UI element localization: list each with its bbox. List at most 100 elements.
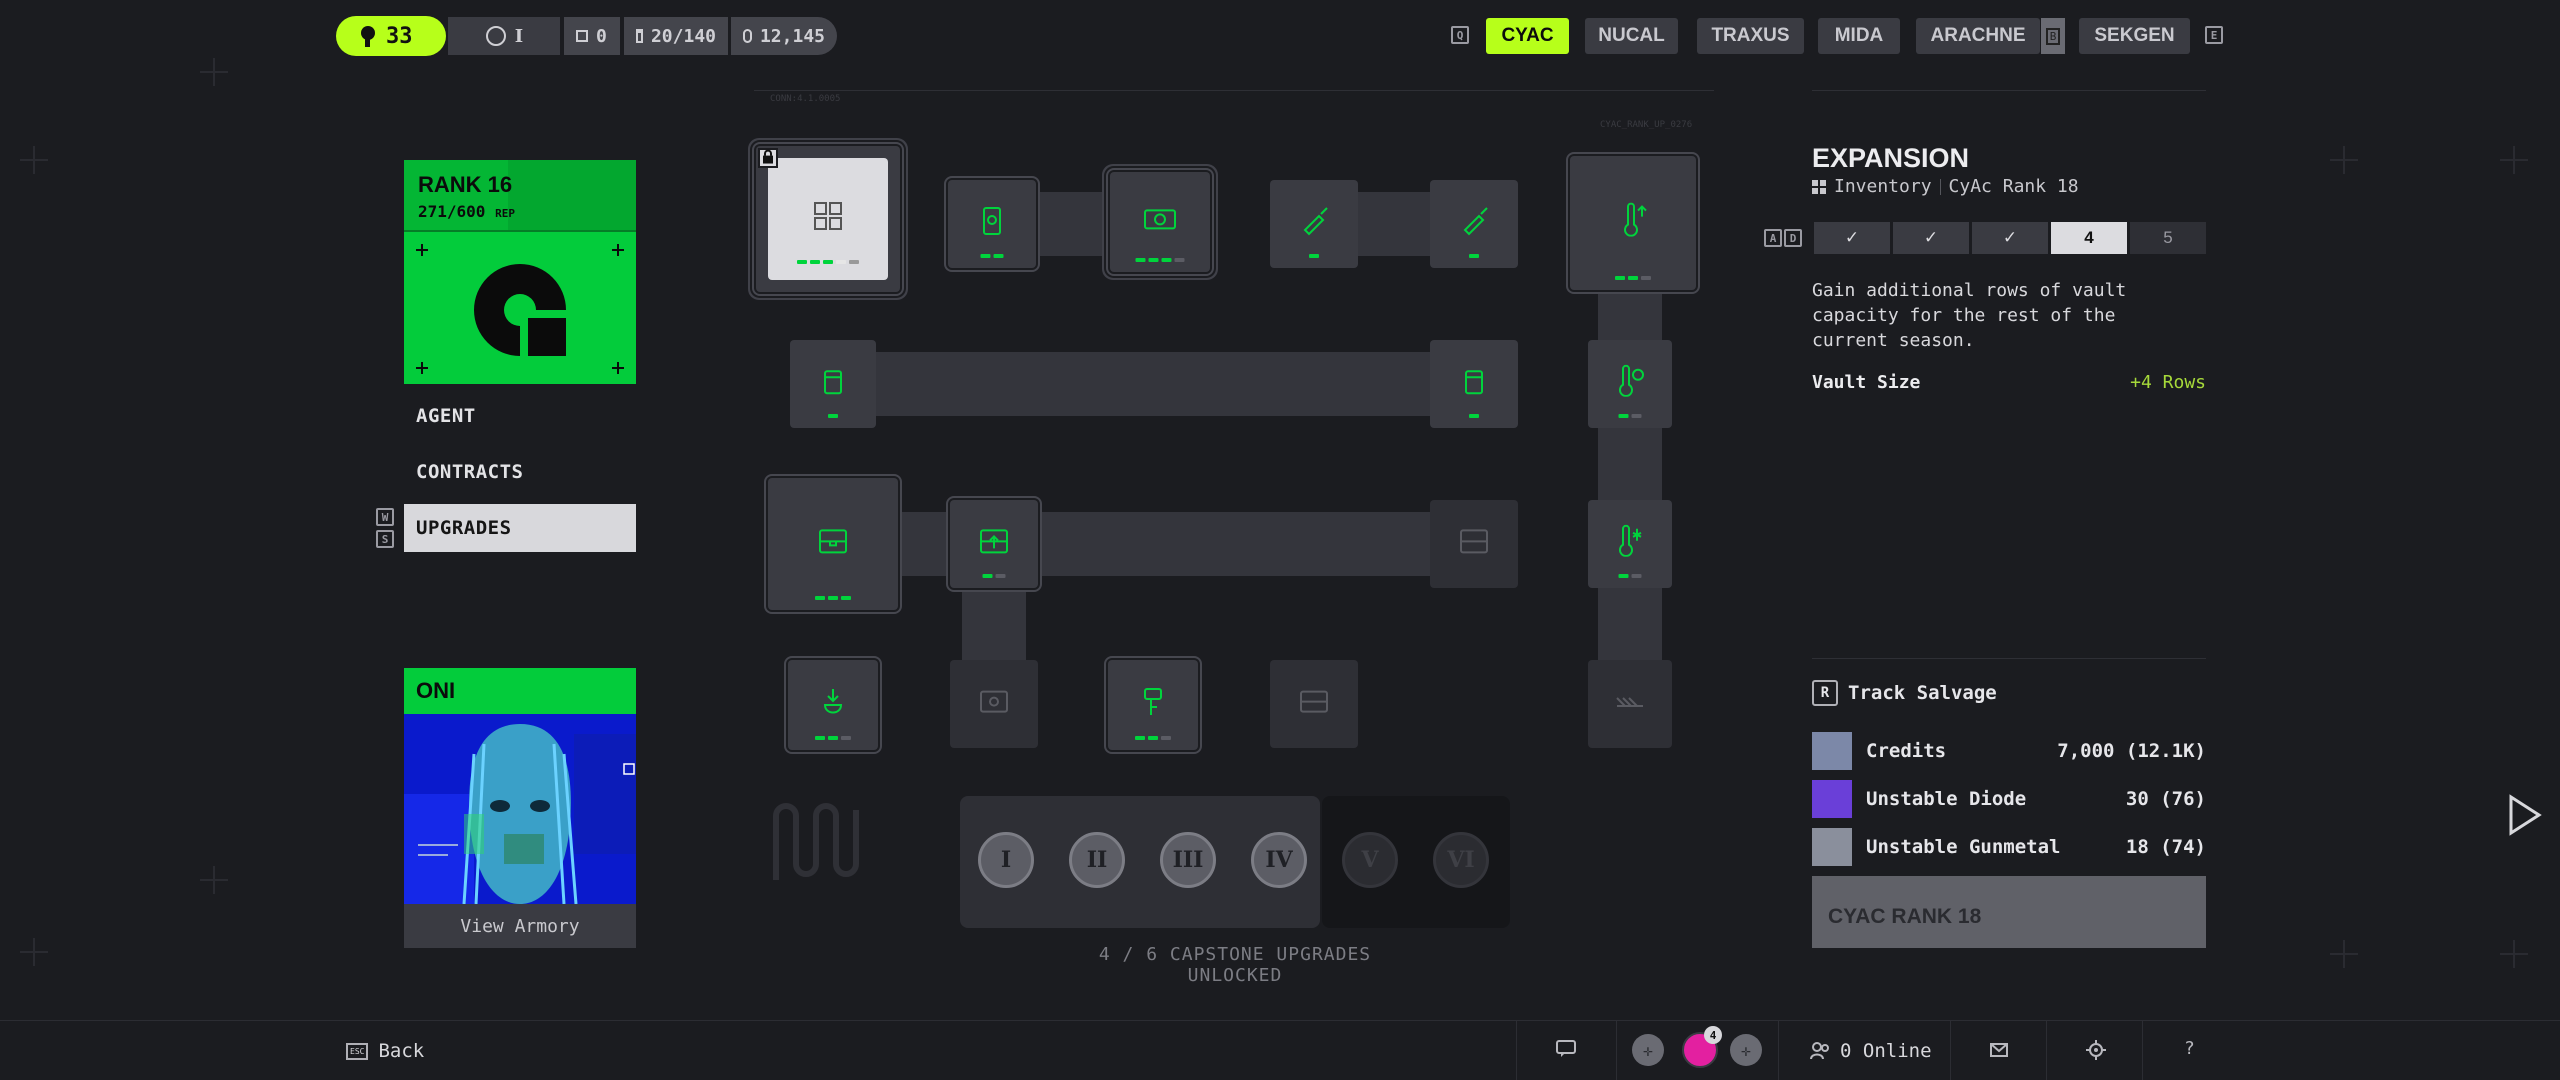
capstone-track (960, 796, 1510, 928)
tier-3[interactable]: ✓ (1972, 222, 2048, 254)
credits-value: 12,145 (759, 25, 825, 47)
diode-item-icon (1812, 780, 1852, 818)
tree-connector (876, 352, 1430, 416)
capstone-6[interactable]: VI (1433, 832, 1489, 888)
key-hint-r: R (1812, 680, 1838, 706)
runner-name: ONI (404, 668, 636, 714)
upgrade-progress (815, 736, 851, 740)
arachne-badge-label: B (2045, 27, 2061, 45)
thermometer-up-icon (1624, 202, 1647, 237)
squad-slot-empty[interactable]: ✛ (1730, 1034, 1762, 1066)
upgrade-node-salvage[interactable] (788, 660, 878, 750)
menu-upgrades[interactable]: UPGRADES (404, 504, 636, 552)
grid-icon (814, 202, 842, 230)
upgrade-node-storage-a[interactable] (768, 478, 898, 610)
divider (1950, 1020, 1951, 1080)
capstone-1[interactable]: I (978, 832, 1034, 888)
syringe-icon (1463, 207, 1488, 236)
key-hint-q: Q (1451, 26, 1469, 44)
crosshair-decoration (2330, 940, 2358, 968)
upgrade-node-expansion[interactable] (756, 146, 900, 292)
material-amount: 18 (74) (2125, 836, 2206, 858)
capstone-5[interactable]: V (1342, 832, 1398, 888)
upgrade-node-cash[interactable] (1110, 172, 1210, 272)
key-hint-esc: ESC (346, 1042, 369, 1060)
upgrade-node-thermal-a[interactable] (1570, 156, 1696, 290)
thermometer-cool-icon (1619, 524, 1642, 557)
upgrade-node-thermal-locked[interactable] (1588, 660, 1672, 748)
upgrade-node-canister-a[interactable] (790, 340, 876, 428)
divider (1812, 658, 2206, 659)
faction-tab-traxus[interactable]: TRAXUS (1697, 18, 1804, 54)
key-icon (1144, 688, 1162, 715)
upgrade-node-injector-a[interactable] (1270, 180, 1358, 268)
counter-value: 0 (596, 25, 607, 47)
track-salvage-button[interactable]: R Track Salvage (1812, 680, 1997, 706)
player-level-badge: 33 (336, 16, 446, 56)
mail-icon[interactable] (1990, 1042, 2008, 1061)
upgrade-progress (828, 414, 838, 418)
cyac-logo-icon (416, 244, 624, 374)
unlock-upgrade-button[interactable]: CYAC RANK 18 (1812, 876, 2206, 948)
upgrade-progress (1615, 276, 1651, 280)
key-hint-w: W (376, 508, 394, 526)
view-armory-button[interactable]: View Armory (404, 904, 636, 948)
upgrade-node-storage-b[interactable] (950, 500, 1038, 588)
key-hint-d: D (1784, 229, 1802, 247)
faction-rank-card: RANK 16 271/600 REP (404, 160, 636, 384)
faction-tab-cyac[interactable]: CYAC (1486, 18, 1569, 54)
menu-contracts[interactable]: CONTRACTS (404, 448, 636, 496)
faction-tab-nucal[interactable]: NUCAL (1585, 18, 1678, 54)
upgrade-node-thermal-b[interactable] (1588, 340, 1672, 428)
help-icon[interactable]: ? (2184, 1038, 2195, 1059)
capstone-3[interactable]: III (1160, 832, 1216, 888)
upgrade-meta: Inventory CyAc Rank 18 (1812, 176, 2079, 197)
gunmetal-item-icon (1812, 828, 1852, 866)
upgrade-node-device[interactable] (948, 180, 1036, 268)
tier-1[interactable]: ✓ (1814, 222, 1890, 254)
upgrade-node-thermal-c[interactable] (1588, 500, 1672, 588)
runner-portrait (404, 714, 636, 904)
tier-5[interactable]: 5 (2130, 222, 2206, 254)
chat-icon[interactable] (1556, 1040, 1576, 1062)
menu-agent[interactable]: AGENT (404, 392, 636, 440)
upgrade-node-canister-b[interactable] (1430, 340, 1518, 428)
faction-tab-sekgen[interactable]: SEKGEN (2079, 18, 2190, 54)
storage-box-icon (819, 529, 847, 554)
runner-card[interactable]: ONI View Armory (404, 668, 636, 948)
divider (1778, 1020, 1779, 1080)
squad-slot-empty[interactable]: ✛ (1632, 1034, 1664, 1066)
upgrade-node-storage-locked[interactable] (1430, 500, 1518, 588)
faction-tab-arachne[interactable]: ARACHNE (1916, 18, 2040, 54)
crosshair-decoration (200, 58, 228, 86)
tier-2[interactable]: ✓ (1893, 222, 1969, 254)
upgrade-node-box-locked[interactable] (1270, 660, 1358, 748)
currency-counter: 0 (564, 17, 620, 55)
upgrade-progress (982, 574, 1006, 578)
canister-icon (824, 370, 842, 395)
vault-capacity: 20/140 (624, 17, 728, 55)
material-amount: 7,000 (12.1K) (2057, 740, 2206, 762)
faction-tab-mida[interactable]: MIDA (1818, 18, 1900, 54)
capstone-4[interactable]: IV (1251, 832, 1307, 888)
salvage-download-icon (823, 689, 843, 714)
capstone-2[interactable]: II (1069, 832, 1125, 888)
runner-head-icon (361, 26, 375, 47)
upgrade-progress (1469, 254, 1479, 258)
material-name: Credits (1866, 740, 1947, 762)
rep-value: 271/600 (418, 202, 486, 221)
material-row-credits: Credits 7,000 (12.1K) (1812, 732, 2206, 770)
tree-frame-top (754, 90, 1714, 100)
stat-label: Vault Size (1812, 372, 1921, 393)
back-button[interactable]: ESC Back (346, 1040, 424, 1062)
track-salvage-label: Track Salvage (1848, 682, 1997, 704)
online-friends-button[interactable]: 0 Online (1810, 1040, 1932, 1062)
storage-up-icon (980, 529, 1008, 554)
settings-gear-icon[interactable] (2086, 1040, 2106, 1064)
cash-locked-icon (980, 690, 1008, 713)
upgrade-node-cash-locked[interactable] (950, 660, 1038, 748)
tier-4[interactable]: 4 (2051, 222, 2127, 254)
upgrade-node-key[interactable] (1108, 660, 1198, 750)
upgrade-node-injector-b[interactable] (1430, 180, 1518, 268)
rank-rep: 271/600 REP (418, 202, 515, 221)
